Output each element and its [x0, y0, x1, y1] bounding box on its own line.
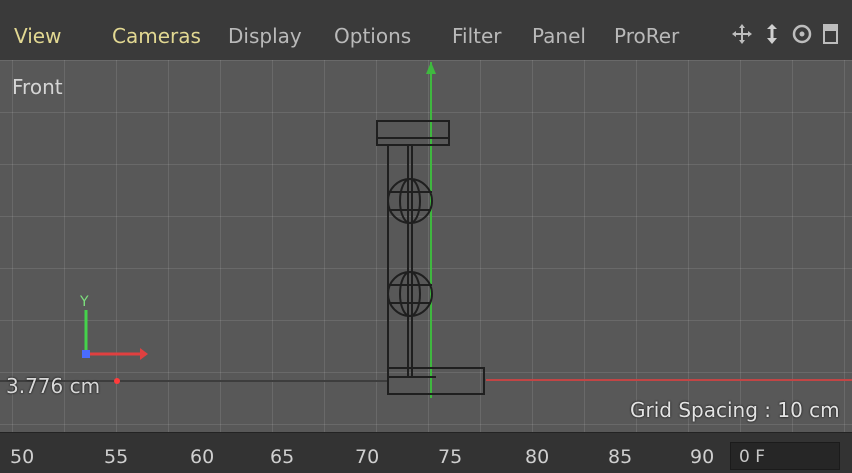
timeline-tick: 65: [270, 446, 295, 468]
coordinate-marker: [114, 378, 120, 384]
rotate-view-icon[interactable]: [790, 22, 814, 46]
scene-wireframe: [0, 62, 852, 398]
axis-gizmo: Y: [79, 294, 148, 360]
cinema4d-viewport-window: View Cameras Display Options Filter Pane…: [0, 0, 852, 473]
timeline-tick: 75: [438, 446, 463, 468]
timeline-tick: 50: [10, 446, 35, 468]
y-axis-arrowhead: [426, 62, 436, 74]
timeline-tick: 90: [690, 446, 715, 468]
current-frame-field[interactable]: 0 F: [730, 442, 840, 470]
timeline-tick: 80: [525, 446, 550, 468]
dolly-view-icon[interactable]: [760, 22, 784, 46]
menu-panel[interactable]: Panel: [532, 24, 586, 48]
menu-filter[interactable]: Filter: [452, 24, 502, 48]
menu-display[interactable]: Display: [228, 24, 302, 48]
view-name-label: Front: [12, 75, 63, 99]
timeline-tick: 70: [355, 446, 380, 468]
timeline-tick: 55: [104, 446, 129, 468]
toggle-view-icon[interactable]: [822, 22, 840, 46]
menu-prorender[interactable]: ProRer: [614, 24, 679, 48]
menu-cameras[interactable]: Cameras: [112, 24, 201, 48]
menu-view[interactable]: View: [14, 24, 61, 48]
menu-options[interactable]: Options: [334, 24, 411, 48]
timeline-tick: 85: [608, 446, 633, 468]
timeline-tick: 60: [190, 446, 215, 468]
coordinate-readout: 3.776 cm: [6, 374, 101, 398]
grid-spacing-label: Grid Spacing : 10 cm: [630, 398, 840, 422]
axis-y-label: Y: [79, 294, 89, 310]
viewport-canvas[interactable]: [0, 60, 852, 432]
move-view-icon[interactable]: [730, 22, 754, 46]
